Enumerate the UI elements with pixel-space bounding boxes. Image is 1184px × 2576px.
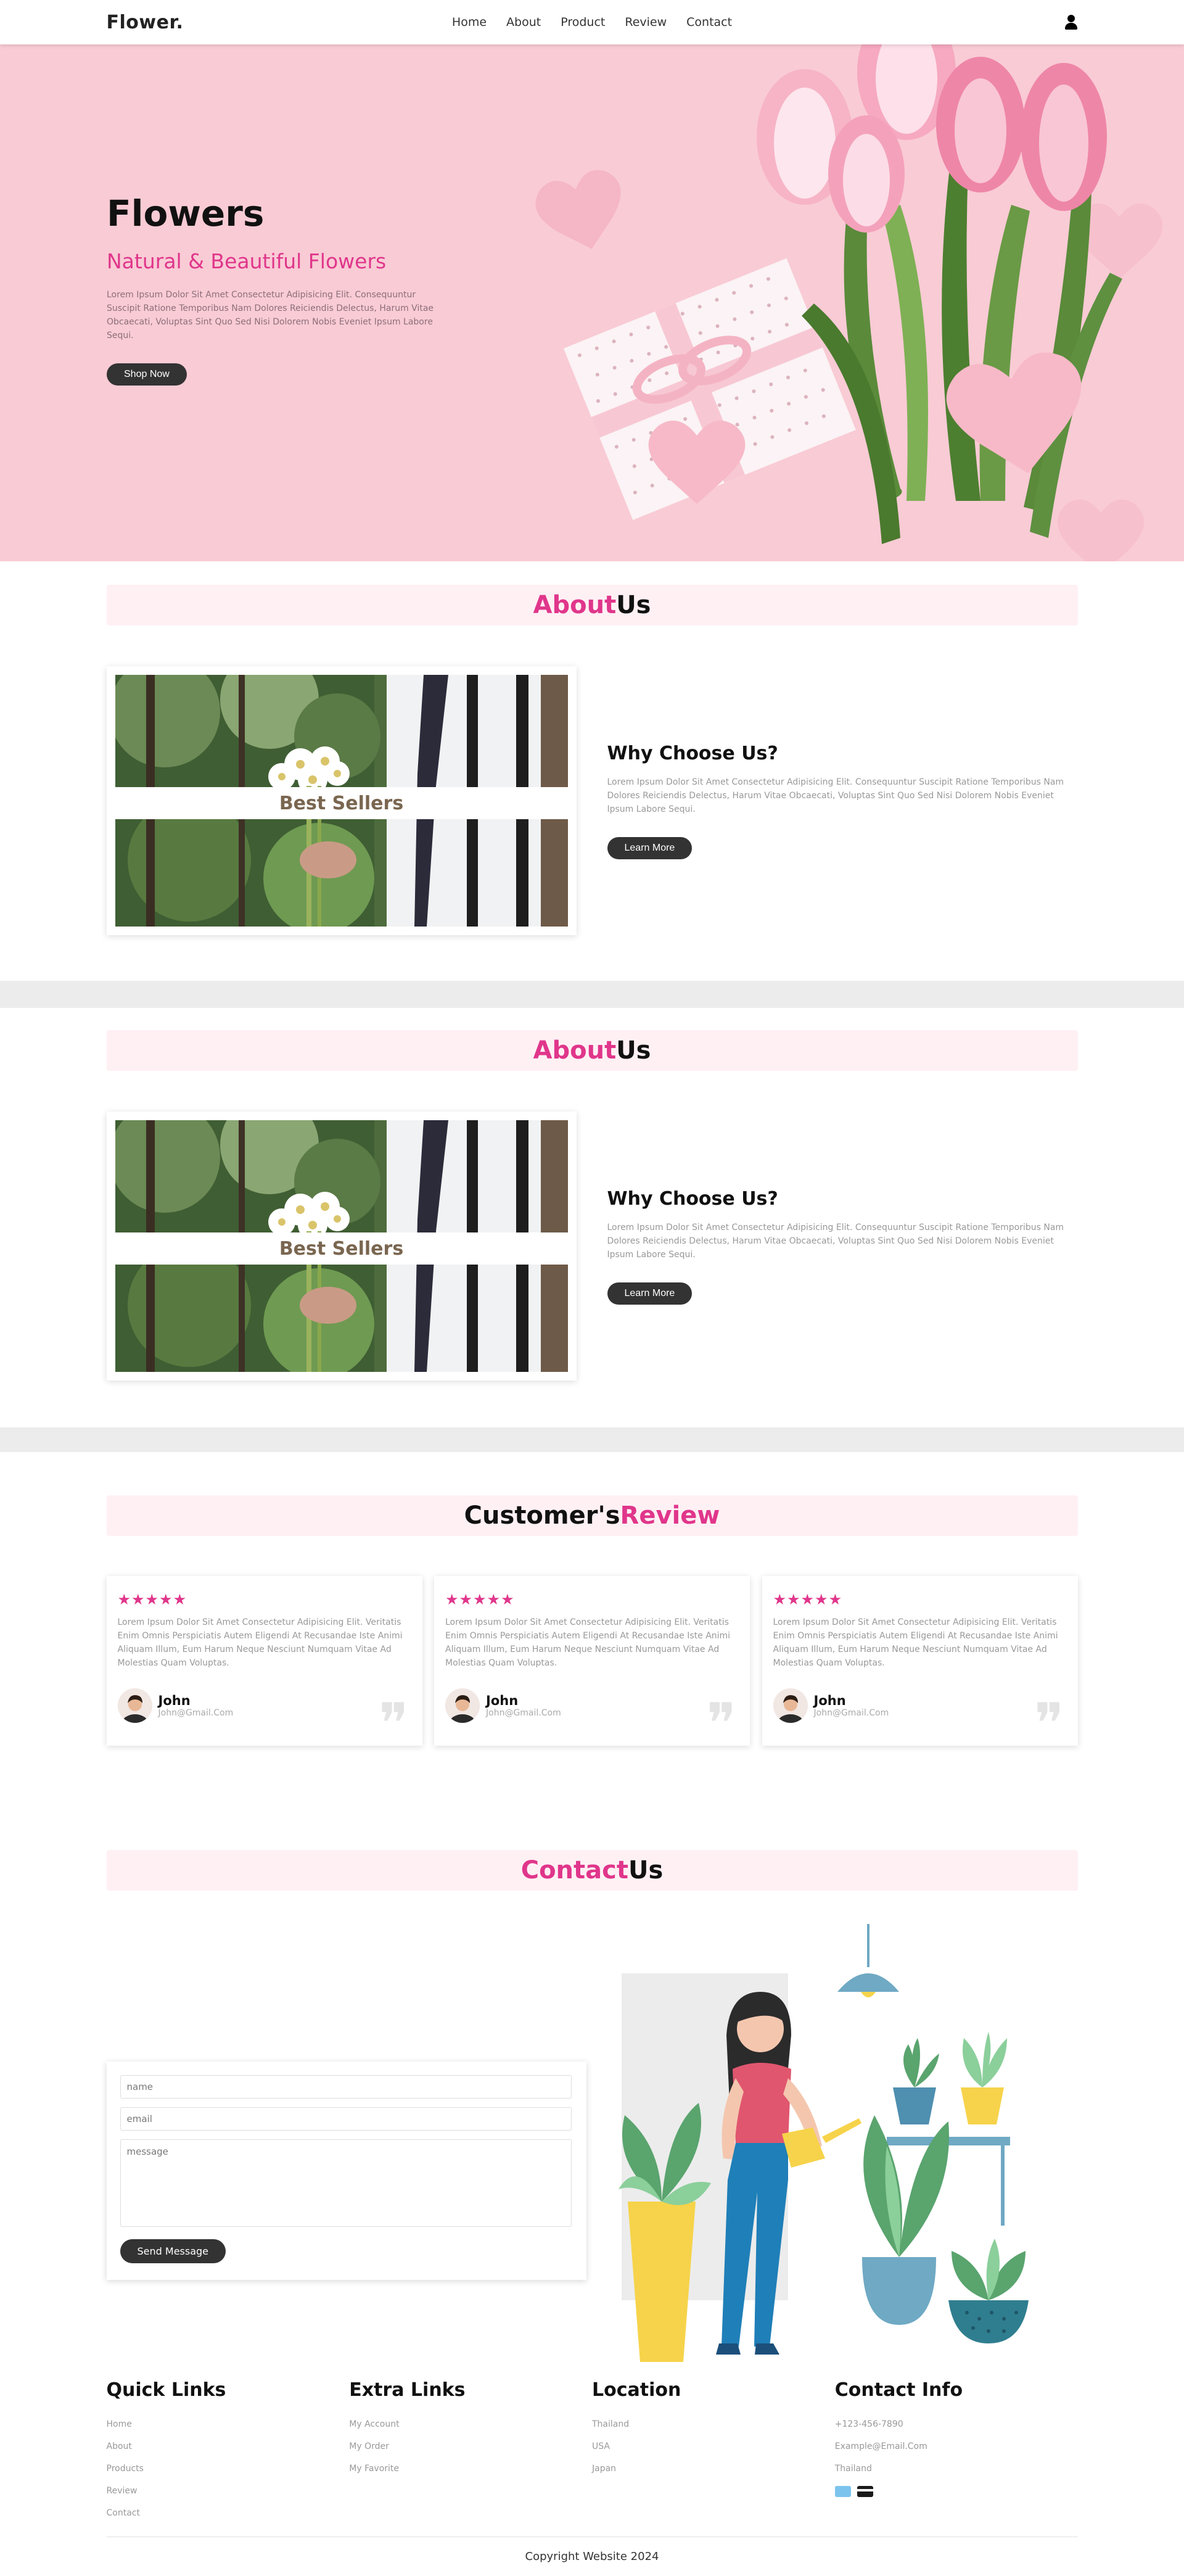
about-paragraph: Lorem Ipsum Dolor Sit Amet Consectetur A…: [607, 1222, 1064, 1260]
credit-card-icon: [857, 2486, 873, 2497]
about-section: About Us Best Sellers Why Choose Us? Lor…: [0, 561, 1184, 981]
best-sellers-card: Best Sellers: [106, 1112, 577, 1381]
footer-country: Thailand: [834, 2464, 872, 2474]
learn-more-button[interactable]: Learn More: [607, 836, 693, 859]
reviewer: John John@Gmail.Com: [773, 1688, 1067, 1723]
footer-quick-links: Quick Links Home About Products Review C…: [107, 2379, 350, 2524]
best-sellers-caption: Best Sellers: [115, 1232, 568, 1265]
credit-card-icon: [834, 2486, 851, 2497]
reviewer-name: John: [813, 1693, 846, 1708]
reviewer-email: John@Gmail.Com: [813, 1708, 889, 1718]
contact-title: Contact Us: [106, 1850, 1078, 1891]
footer-link-review[interactable]: Review: [107, 2480, 350, 2502]
woman-watering-plants-illustration: [618, 1924, 1029, 2362]
quote-icon: ❞: [1034, 1691, 1064, 1756]
name-field[interactable]: name: [120, 2075, 572, 2099]
learn-more-button[interactable]: Learn More: [607, 1282, 693, 1305]
about-heading: Why Choose Us?: [607, 742, 778, 764]
star-rating: ★★★★★: [117, 1591, 187, 1608]
avatar: [445, 1688, 480, 1723]
footer-link-thailand[interactable]: Thailand: [592, 2413, 835, 2435]
star-rating: ★★★★★: [445, 1591, 515, 1608]
quote-icon: ❞: [706, 1691, 736, 1756]
copyright: Copyright Website 2024: [106, 2537, 1078, 2576]
about-title: About Us: [106, 585, 1078, 625]
email-field[interactable]: email: [120, 2107, 572, 2131]
footer-link-usa[interactable]: USA: [592, 2435, 835, 2458]
footer-link-about[interactable]: About: [107, 2435, 350, 2458]
footer-link-my-account[interactable]: My Account: [349, 2413, 592, 2435]
about-text: Why Choose Us? Lorem Ipsum Dolor Sit Ame…: [607, 1188, 1076, 1305]
reviewer: John John@Gmail.Com: [117, 1688, 411, 1723]
nav-link-review[interactable]: Review: [625, 15, 667, 29]
hero-subtitle: Natural & Beautiful Flowers: [107, 249, 387, 273]
best-sellers-image: Best Sellers: [115, 1120, 568, 1372]
review-section: Customer's Review ★★★★★ Lorem Ipsum Dolo…: [0, 1452, 1184, 1822]
review-title: Customer's Review: [106, 1495, 1078, 1536]
contact-section: Contact Us name email message Send Messa…: [0, 1822, 1184, 2362]
footer-extra-links: Extra Links My Account My Order My Favor…: [349, 2379, 592, 2524]
review-card: ★★★★★ Lorem Ipsum Dolor Sit Amet Consect…: [106, 1576, 422, 1756]
hero-description: Lorem Ipsum Dolor Sit Amet Consectetur A…: [107, 290, 434, 341]
avatar: [773, 1688, 808, 1723]
about-text: Why Choose Us? Lorem Ipsum Dolor Sit Ame…: [607, 743, 1076, 859]
about-section-duplicate: About Us Best Sellers Why Choose Us? Lor…: [0, 1008, 1184, 1427]
main-menu: Home About Product Review Contact: [442, 15, 742, 29]
hero-title: Flowers: [107, 192, 265, 234]
best-sellers-card: Best Sellers: [106, 666, 577, 935]
footer-link-home[interactable]: Home: [107, 2413, 350, 2435]
footer-link-my-favorite[interactable]: My Favorite: [349, 2458, 592, 2480]
review-text: Lorem Ipsum Dolor Sit Amet Consectetur A…: [117, 1617, 403, 1668]
reviewer: John John@Gmail.Com: [445, 1688, 739, 1723]
nav-link-contact[interactable]: Contact: [686, 15, 732, 29]
best-sellers-image: Best Sellers: [115, 675, 568, 927]
footer-link-my-order[interactable]: My Order: [349, 2435, 592, 2458]
footer-link-japan[interactable]: Japan: [592, 2458, 835, 2480]
footer-heading: Location: [592, 2379, 681, 2401]
footer-heading: Extra Links: [349, 2379, 466, 2401]
footer-link-contact[interactable]: Contact: [107, 2502, 350, 2524]
message-field[interactable]: message: [120, 2139, 572, 2227]
footer-email: Example@Email.Com: [834, 2442, 927, 2451]
user-icon[interactable]: [1064, 15, 1078, 30]
logo[interactable]: Flower.: [107, 12, 184, 33]
footer-contact-info: Contact Info +123-456-7890 Example@Email…: [834, 2379, 1078, 2524]
quote-icon: ❞: [379, 1691, 409, 1756]
about-title: About Us: [106, 1030, 1078, 1071]
review-card: ★★★★★ Lorem Ipsum Dolor Sit Amet Consect…: [762, 1576, 1078, 1756]
footer-phone: +123-456-7890: [834, 2419, 903, 2429]
review-text: Lorem Ipsum Dolor Sit Amet Consectetur A…: [773, 1617, 1058, 1668]
payment-icons: [834, 2486, 1078, 2497]
nav-link-home[interactable]: Home: [452, 15, 487, 29]
about-paragraph: Lorem Ipsum Dolor Sit Amet Consectetur A…: [607, 777, 1064, 814]
section-divider: [0, 1427, 1184, 1452]
reviewer-email: John@Gmail.Com: [158, 1708, 234, 1718]
review-card: ★★★★★ Lorem Ipsum Dolor Sit Amet Consect…: [434, 1576, 750, 1756]
about-heading: Why Choose Us?: [607, 1187, 778, 1210]
footer-location: Location Thailand USA Japan: [592, 2379, 835, 2524]
review-text: Lorem Ipsum Dolor Sit Amet Consectetur A…: [445, 1617, 731, 1668]
star-rating: ★★★★★: [773, 1591, 843, 1608]
nav-link-product[interactable]: Product: [561, 15, 605, 29]
hero-section: Flowers Natural & Beautiful Flowers Lore…: [0, 44, 1184, 561]
footer-link-products[interactable]: Products: [107, 2458, 350, 2480]
reviewer-email: John@Gmail.Com: [486, 1708, 561, 1718]
footer-heading: Quick Links: [106, 2379, 226, 2401]
reviewer-name: John: [158, 1693, 191, 1708]
send-message-button[interactable]: Send Message: [120, 2239, 226, 2263]
contact-form: name email message Send Message: [106, 2062, 586, 2280]
shop-now-button[interactable]: Shop Now: [107, 363, 187, 386]
hero-tulips-image: [535, 44, 1163, 561]
hero-text: Flowers Natural & Beautiful Flowers Lore…: [107, 192, 440, 386]
footer: Quick Links Home About Products Review C…: [0, 2362, 1184, 2576]
avatar: [117, 1688, 152, 1723]
section-divider: [0, 981, 1184, 1008]
best-sellers-caption: Best Sellers: [115, 787, 568, 819]
nav-link-about[interactable]: About: [506, 15, 541, 29]
reviewer-name: John: [486, 1693, 519, 1708]
footer-heading: Contact Info: [834, 2379, 963, 2401]
navbar: Flower. Home About Product Review Contac…: [0, 0, 1184, 44]
